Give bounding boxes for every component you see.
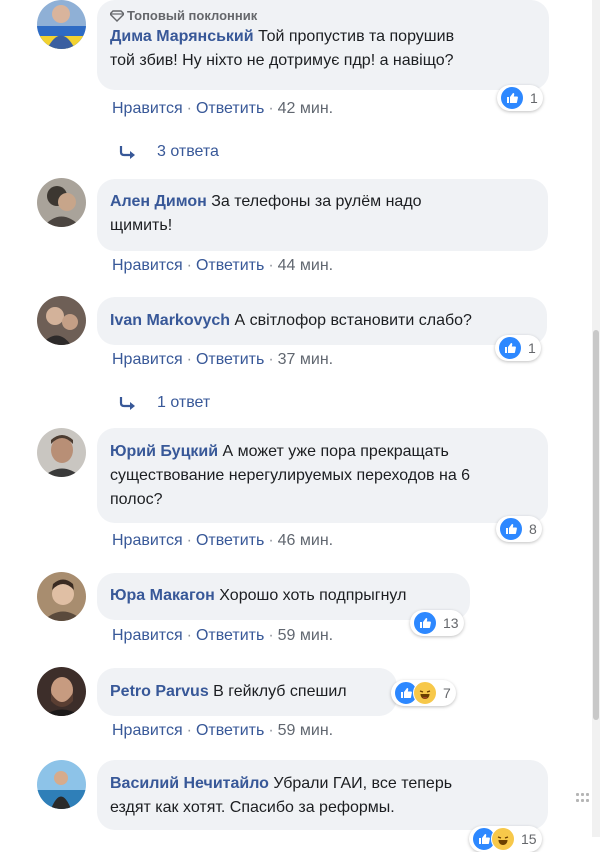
resize-grip-icon	[576, 793, 590, 805]
comment-bubble: Ален Димон За телефоны за рулём надо щим…	[97, 179, 548, 251]
reply-arrow-icon	[119, 146, 135, 159]
reaction-count[interactable]: 13	[410, 610, 464, 636]
view-replies-link[interactable]: 3 ответа	[119, 143, 219, 161]
reply-link[interactable]: Ответить	[196, 722, 264, 739]
reply-link[interactable]: Ответить	[196, 351, 264, 368]
reaction-count-value: 13	[443, 615, 459, 631]
thumbs-up-icon	[500, 86, 524, 110]
avatar[interactable]	[37, 760, 86, 809]
avatar[interactable]	[37, 428, 86, 477]
reaction-count[interactable]: 8	[496, 516, 542, 542]
comment-author[interactable]: Ivan Markovych	[110, 312, 230, 329]
comment-author[interactable]: Юра Макагон	[110, 587, 215, 604]
comment-text: ездят как хотят. Спасибо за реформы.	[110, 799, 395, 816]
comment-text: существование нерегулируемых переходов н…	[110, 467, 471, 484]
diamond-icon	[109, 10, 125, 22]
like-link[interactable]: Нравится	[112, 100, 183, 117]
avatar[interactable]	[37, 572, 86, 621]
comment-text: полос?	[110, 491, 163, 508]
scrollbar-thumb[interactable]	[593, 330, 599, 720]
timestamp[interactable]: 46 мин.	[278, 532, 333, 549]
timestamp[interactable]: 42 мин.	[278, 100, 333, 117]
view-replies-link[interactable]: 1 ответ	[119, 394, 210, 412]
comment-author[interactable]: Василий Нечитайло	[110, 775, 269, 792]
comment-text: Убрали ГАИ, все теперь	[273, 775, 453, 792]
thumbs-up-icon	[498, 336, 522, 360]
comment-text: той збив! Ну ніхто не дотримує пдр! а на…	[110, 52, 454, 69]
timestamp[interactable]: 59 мин.	[278, 722, 333, 739]
comment-author[interactable]: Ален Димон	[110, 193, 207, 210]
timestamp[interactable]: 44 мин.	[278, 257, 333, 274]
comment-text: А может уже пора прекращать	[222, 443, 449, 460]
comment-author[interactable]: Дима Марянський	[110, 28, 254, 45]
reaction-count-value: 1	[528, 340, 536, 356]
comment-text: За телефоны за рулём надо	[211, 193, 422, 210]
comment-actions: Нравится · Ответить · 59 мин.	[112, 722, 334, 739]
reply-link[interactable]: Ответить	[196, 257, 264, 274]
comment-author[interactable]: Petro Parvus	[110, 683, 209, 700]
comment-author[interactable]: Юрий Буцкий	[110, 443, 218, 460]
thumbs-up-icon	[413, 611, 437, 635]
avatar[interactable]	[37, 296, 86, 345]
comment-text: А світлофор встановити слабо?	[234, 312, 472, 329]
avatar[interactable]	[37, 667, 86, 716]
comment-actions: Нравится · Ответить · 46 мин.	[112, 532, 334, 549]
timestamp[interactable]: 59 мин.	[278, 627, 333, 644]
thumbs-up-icon	[499, 517, 523, 541]
scrollbar[interactable]	[592, 0, 600, 837]
comment-bubble: Юрий Буцкий А может уже пора прекращать …	[97, 428, 548, 523]
reaction-count-value: 1	[530, 90, 538, 106]
comment-bubble: Василий Нечитайло Убрали ГАИ, все теперь…	[97, 760, 548, 830]
comment-bubble: Petro Parvus В гейклуб спешил	[97, 668, 397, 716]
like-link[interactable]: Нравится	[112, 627, 183, 644]
reaction-count-value: 8	[529, 521, 537, 537]
comment-actions: Нравится · Ответить · 37 мин.	[112, 351, 334, 368]
comment-text: Той пропустив та порушив	[258, 28, 455, 45]
comment-actions: Нравится · Ответить · 59 мин.	[112, 627, 334, 644]
comment-bubble: Топовый поклонник Дима Марянський Той пр…	[97, 0, 549, 90]
comment-text: Хорошо хоть подпрыгнул	[219, 587, 407, 604]
reaction-count[interactable]: 1	[495, 335, 541, 361]
reaction-count[interactable]: 15	[469, 826, 542, 852]
timestamp[interactable]: 37 мин.	[278, 351, 333, 368]
reaction-count-value: 7	[443, 685, 451, 701]
laughing-face-icon	[413, 681, 437, 705]
reply-link[interactable]: Ответить	[196, 532, 264, 549]
avatar[interactable]	[37, 0, 86, 49]
reaction-count-value: 15	[521, 831, 537, 847]
comment-actions: Нравится · Ответить · 42 мин.	[112, 100, 334, 117]
comment-actions: Нравится · Ответить · 44 мин.	[112, 257, 334, 274]
like-link[interactable]: Нравится	[112, 532, 183, 549]
laughing-face-icon	[491, 827, 515, 851]
reply-arrow-icon	[119, 397, 135, 410]
reply-link[interactable]: Ответить	[196, 627, 264, 644]
comment-text: В гейклуб спешил	[213, 683, 347, 700]
reply-link[interactable]: Ответить	[196, 100, 264, 117]
like-link[interactable]: Нравится	[112, 257, 183, 274]
like-link[interactable]: Нравится	[112, 722, 183, 739]
comment-text: щимить!	[110, 217, 173, 234]
top-fan-badge: Топовый поклонник	[109, 8, 537, 24]
reaction-count[interactable]: 7	[391, 680, 456, 706]
avatar[interactable]	[37, 178, 86, 227]
comment-bubble: Ivan Markovych А світлофор встановити сл…	[97, 297, 547, 345]
reaction-count[interactable]: 1	[497, 85, 543, 111]
like-link[interactable]: Нравится	[112, 351, 183, 368]
